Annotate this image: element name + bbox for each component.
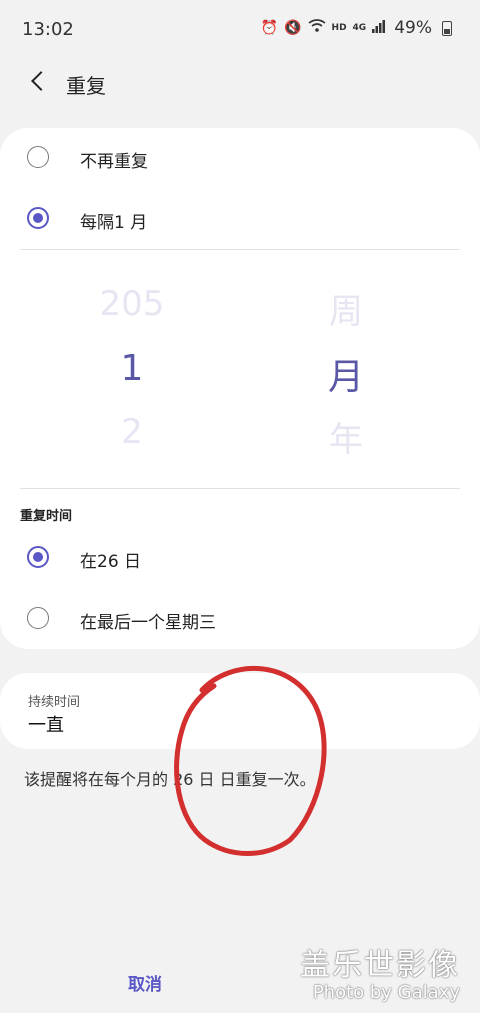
- picker-above[interactable]: 周: [286, 284, 406, 333]
- radio-selected[interactable]: [27, 546, 49, 568]
- radio-selected[interactable]: [27, 207, 49, 229]
- option-every-month[interactable]: 每隔1 月: [0, 189, 480, 249]
- picker-selected[interactable]: 月: [286, 348, 406, 400]
- annotation-circle: [174, 665, 327, 856]
- interval-number-picker[interactable]: 205 1 2: [72, 278, 192, 458]
- battery-percent: 49%: [394, 18, 432, 38]
- picker-below[interactable]: 年: [286, 412, 406, 461]
- option-last-wednesday[interactable]: 在最后一个星期三: [0, 589, 480, 649]
- signal-icon: [372, 19, 386, 37]
- option-label: 每隔1 月: [80, 213, 148, 233]
- option-no-repeat[interactable]: 不再重复: [0, 128, 480, 188]
- option-on-day[interactable]: 在26 日: [0, 528, 480, 588]
- repeat-settings-card: 不再重复 每隔1 月 205 1 2 周 月 年 重复时间 在26 日 在最后一…: [0, 128, 480, 649]
- divider: [20, 488, 460, 489]
- alarm-icon: ⏰: [260, 20, 279, 36]
- radio-unselected[interactable]: [27, 146, 49, 168]
- picker-selected[interactable]: 1: [72, 348, 192, 389]
- watermark: 盖乐世影像 Photo by Galaxy: [300, 940, 460, 1003]
- status-bar: 13:02 ⏰ 🔇 HD 4G 49%: [0, 0, 480, 58]
- divider: [20, 249, 460, 250]
- back-arrow-icon[interactable]: [28, 70, 52, 94]
- header: 重复: [0, 58, 480, 106]
- section-label-repeat-time: 重复时间: [20, 509, 73, 524]
- watermark-line2: Photo by Galaxy: [312, 982, 460, 1003]
- duration-label: 持续时间: [28, 695, 81, 710]
- interval-unit-picker[interactable]: 周 月 年: [286, 278, 406, 461]
- wifi-icon: [308, 19, 326, 37]
- cancel-button[interactable]: 取消: [110, 970, 180, 995]
- radio-unselected[interactable]: [27, 607, 49, 629]
- network-type-label: HD: [331, 23, 347, 33]
- option-label: 在最后一个星期三: [80, 613, 216, 633]
- option-label: 在26 日: [80, 552, 142, 572]
- status-icons: ⏰ 🔇 HD 4G 49%: [261, 18, 452, 38]
- picker-above[interactable]: 205: [72, 284, 192, 324]
- duration-value: 一直: [28, 715, 64, 736]
- battery-icon: [442, 20, 452, 36]
- status-time: 13:02: [22, 19, 74, 40]
- mute-icon: 🔇: [284, 20, 302, 36]
- option-label: 不再重复: [80, 152, 148, 172]
- watermark-line1: 盖乐世影像: [300, 948, 460, 983]
- signal-type-label: 4G: [352, 23, 367, 33]
- picker-below[interactable]: 2: [72, 412, 192, 452]
- page-title: 重复: [66, 74, 106, 98]
